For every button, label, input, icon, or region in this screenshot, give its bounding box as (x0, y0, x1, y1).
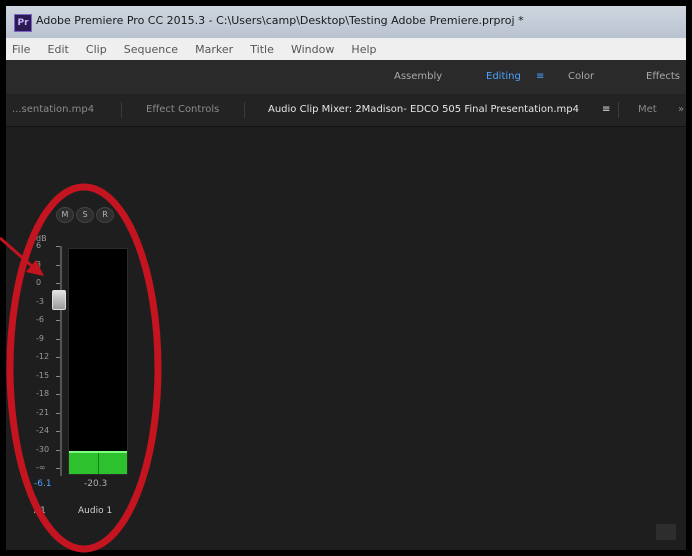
menu-clip[interactable]: Clip (80, 39, 113, 60)
tab-effect-controls[interactable]: Effect Controls (146, 104, 219, 115)
mute-button[interactable]: M (56, 207, 74, 223)
meter-peak-readout: -20.3 (84, 479, 108, 489)
overflow-chevron-icon[interactable]: » (678, 104, 684, 115)
tab-divider (618, 102, 619, 118)
tab-divider (244, 102, 245, 118)
tab-source[interactable]: ...sentation.mp4 (12, 104, 94, 115)
workspace-effects[interactable]: Effects (646, 71, 680, 82)
menu-edit[interactable]: Edit (42, 39, 75, 60)
db-scale: 6 3 0 -3 -6 -9 -12 -15 -18 -21 -24 -30 -∞ (32, 241, 62, 476)
db-tick-label: -18 (36, 389, 50, 398)
db-tick-label: -3 (36, 297, 44, 306)
menu-marker[interactable]: Marker (189, 39, 239, 60)
db-tick-label: -15 (36, 371, 50, 380)
audio-clip-mixer-panel: M S R dB 6 3 0 -3 -6 -9 -12 -15 -18 -21 -24 -30 -∞ -… (6, 127, 686, 550)
record-button[interactable]: R (96, 207, 114, 223)
panel-menu-icon[interactable]: ≡ (602, 104, 610, 115)
premiere-window: Pr Adobe Premiere Pro CC 2015.3 - C:\Use… (0, 0, 692, 556)
volume-fader-handle[interactable] (52, 290, 66, 310)
panel-resize-corner (656, 524, 676, 540)
channel-strip-a1: M S R dB 6 3 0 -3 -6 -9 -12 -15 -18 -21 -24 -30 -∞ -… (32, 202, 142, 532)
menu-window[interactable]: Window (285, 39, 340, 60)
title-bar: Pr Adobe Premiere Pro CC 2015.3 - C:\Use… (6, 6, 686, 38)
db-tick-label: -9 (36, 334, 44, 343)
menu-sequence[interactable]: Sequence (118, 39, 184, 60)
meter-channel-divider (98, 451, 99, 474)
track-name: Audio 1 (78, 506, 113, 516)
workspace-color[interactable]: Color (568, 71, 594, 82)
workspace-assembly[interactable]: Assembly (394, 71, 442, 82)
db-tick-label: -21 (36, 408, 50, 417)
solo-button[interactable]: S (76, 207, 94, 223)
tab-audio-clip-mixer[interactable]: Audio Clip Mixer: 2Madison- EDCO 505 Fin… (268, 104, 579, 115)
menu-title[interactable]: Title (244, 39, 280, 60)
db-tick-label: 0 (36, 278, 42, 287)
meter-peak-indicator (69, 451, 127, 453)
meter-level-bar (69, 451, 127, 474)
db-tick-label: 6 (36, 241, 42, 250)
tab-metadata[interactable]: Met (638, 104, 657, 115)
db-tick-label: -∞ (36, 463, 46, 472)
menu-file[interactable]: File (6, 39, 36, 60)
panel-tab-bar: ...sentation.mp4 Effect Controls Audio C… (6, 94, 686, 127)
db-tick-label: -6 (36, 315, 44, 324)
db-tick-label: -30 (36, 445, 50, 454)
window-title: Adobe Premiere Pro CC 2015.3 - C:\Users\… (36, 14, 524, 27)
level-meter (68, 248, 128, 475)
workspace-editing[interactable]: Editing (486, 71, 521, 82)
db-tick-label: -12 (36, 352, 50, 361)
menu-help[interactable]: Help (345, 39, 382, 60)
db-tick-label: 3 (36, 260, 42, 269)
fader-track[interactable] (60, 246, 62, 476)
premiere-app-icon: Pr (14, 14, 32, 32)
tab-divider (121, 102, 122, 118)
menu-bar: File Edit Clip Sequence Marker Title Win… (6, 38, 686, 61)
track-label: A1 (34, 506, 46, 516)
workspace-editing-menu-icon[interactable]: ≡ (536, 71, 544, 82)
db-tick-label: -24 (36, 426, 50, 435)
fader-value-readout[interactable]: -6.1 (34, 479, 52, 489)
workspace-bar: Assembly Editing ≡ Color Effects (6, 60, 686, 95)
